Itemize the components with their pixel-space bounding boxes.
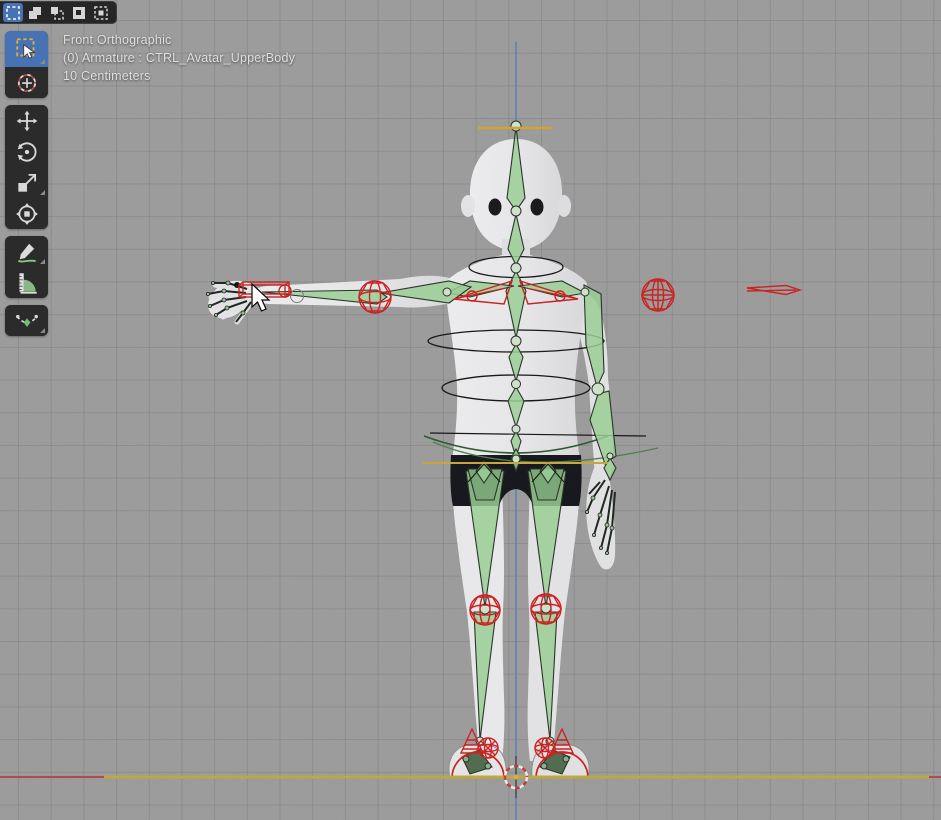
select-mode-invert[interactable] bbox=[69, 3, 89, 22]
tool-move[interactable] bbox=[5, 105, 48, 136]
tool-scale[interactable] bbox=[5, 167, 48, 198]
grid-scale-text: 10 Centimeters bbox=[63, 67, 295, 85]
tool-annotate[interactable] bbox=[5, 236, 48, 267]
tool-rotate[interactable] bbox=[5, 136, 48, 167]
viewport-3d[interactable]: Front Orthographic (0) Armature : CTRL_A… bbox=[0, 0, 941, 820]
select-mode-set[interactable] bbox=[3, 3, 23, 22]
tool-cursor[interactable] bbox=[5, 67, 48, 98]
pose-breakdowner-icon bbox=[14, 308, 40, 334]
annotate-icon bbox=[14, 239, 40, 265]
active-object-text: (0) Armature : CTRL_Avatar_UpperBody bbox=[63, 49, 295, 67]
tool-pose-breakdowner[interactable] bbox=[5, 305, 48, 336]
select-set-icon bbox=[3, 3, 23, 23]
select-box-icon bbox=[14, 36, 40, 62]
view-name-text: Front Orthographic bbox=[63, 31, 295, 49]
select-intersect-icon bbox=[91, 3, 111, 23]
select-mode-subtract[interactable] bbox=[47, 3, 67, 22]
noise-overlay bbox=[0, 0, 941, 820]
select-subtract-icon bbox=[47, 3, 67, 23]
select-invert-icon bbox=[69, 3, 89, 23]
select-mode-intersect[interactable] bbox=[91, 3, 111, 22]
move-icon bbox=[14, 108, 40, 134]
select-mode-bar bbox=[0, 1, 117, 24]
select-extend-icon bbox=[25, 3, 45, 23]
rotate-icon bbox=[14, 139, 40, 165]
tool-select-box[interactable] bbox=[5, 31, 48, 67]
cursor-tool-icon bbox=[14, 70, 40, 96]
scene-canvas bbox=[0, 0, 941, 820]
tool-measure[interactable] bbox=[5, 267, 48, 298]
select-mode-extend[interactable] bbox=[25, 3, 45, 22]
viewport-overlay-text: Front Orthographic (0) Armature : CTRL_A… bbox=[63, 31, 295, 85]
toolbar bbox=[5, 31, 48, 343]
transform-icon bbox=[14, 201, 40, 227]
scale-icon bbox=[14, 170, 40, 196]
measure-icon bbox=[14, 270, 40, 296]
tool-transform[interactable] bbox=[5, 198, 48, 229]
